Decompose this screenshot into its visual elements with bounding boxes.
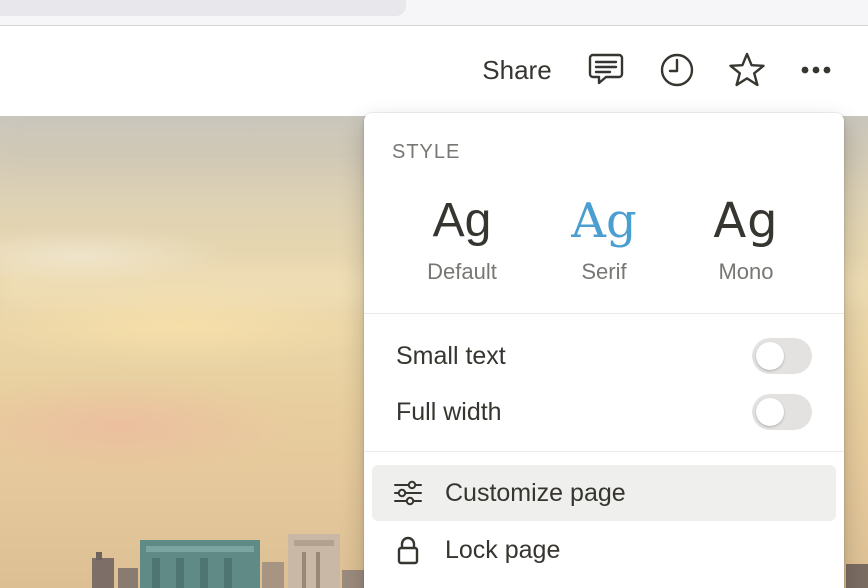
clock-icon	[660, 53, 694, 87]
more-icon	[801, 66, 831, 74]
font-option-default[interactable]: Ag Default	[392, 191, 532, 297]
page-style-menu: STYLE Ag Default Ag Serif Ag Mono Small …	[364, 113, 844, 588]
font-caption-mono: Mono	[718, 259, 774, 284]
small-text-toggle[interactable]	[752, 338, 812, 374]
menu-divider	[364, 451, 844, 452]
address-bar[interactable]	[0, 0, 406, 16]
font-caption-serif: Serif	[581, 259, 627, 284]
toggle-knob	[756, 398, 784, 426]
customize-page-label: Customize page	[445, 478, 626, 507]
browser-chrome	[0, 0, 868, 26]
small-text-row[interactable]: Small text	[364, 331, 844, 381]
share-button[interactable]: Share	[470, 50, 564, 90]
star-icon	[729, 52, 765, 87]
more-button[interactable]	[793, 50, 839, 90]
lock-page-label: Lock page	[445, 535, 561, 564]
full-width-toggle[interactable]	[752, 394, 812, 430]
font-sample-serif: Ag	[571, 193, 637, 249]
font-option-serif[interactable]: Ag Serif	[534, 191, 674, 297]
style-section-label: STYLE	[392, 141, 461, 163]
full-width-row[interactable]: Full width	[364, 387, 844, 437]
font-option-mono[interactable]: Ag Mono	[676, 191, 816, 297]
lock-icon	[392, 534, 424, 566]
favorite-button[interactable]	[724, 50, 770, 90]
toggle-knob	[756, 342, 784, 370]
comment-button[interactable]	[583, 50, 629, 90]
font-caption-default: Default	[427, 259, 497, 284]
customize-page-item[interactable]: Customize page	[372, 465, 836, 521]
full-width-label: Full width	[396, 397, 502, 426]
page-topbar: Share	[0, 26, 868, 116]
menu-divider	[364, 313, 844, 314]
updates-button[interactable]	[654, 50, 700, 90]
small-text-label: Small text	[396, 341, 506, 370]
lock-page-item[interactable]: Lock page	[372, 522, 836, 578]
comment-icon	[588, 53, 624, 85]
font-sample-mono: Ag	[713, 193, 779, 249]
font-sample-default: Ag	[432, 194, 492, 247]
sliders-icon	[392, 477, 424, 509]
